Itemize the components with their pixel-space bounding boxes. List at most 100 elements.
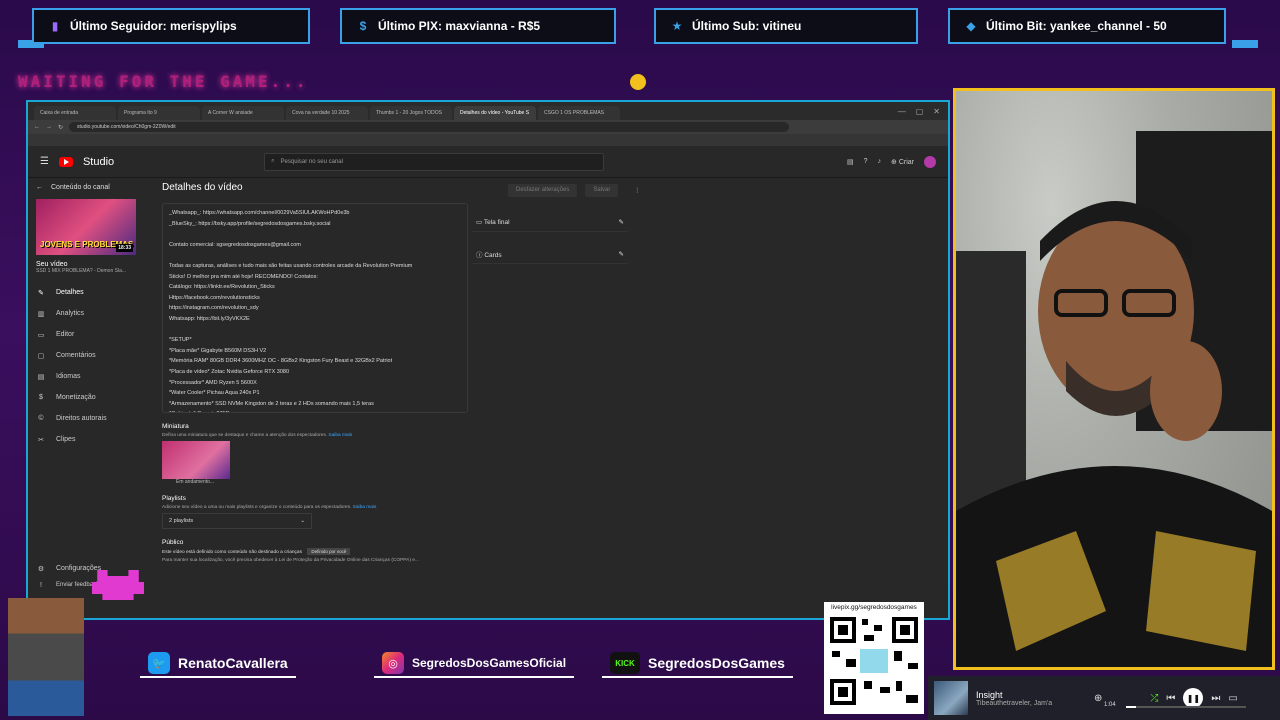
chevron-down-icon: ⌄ [300, 518, 305, 524]
edit-pencil-icon[interactable]: ✎ [619, 250, 624, 258]
instagram-icon: ◎ [382, 652, 404, 674]
qr-code: livepix.gg/segredosdosgames [824, 602, 924, 714]
sidebar-label: Detalhes [56, 289, 84, 296]
pixel-character [8, 598, 84, 716]
audience-status: Este vídeo está definido como conteúdo n… [162, 548, 936, 555]
thumbnail-status: Em andamento... [176, 479, 215, 485]
details-main: Detalhes do vídeo Desfazer alterações Sa… [150, 178, 948, 618]
description-field[interactable]: _Whatsapp_: https://whatsapp.com/channel… [162, 203, 468, 413]
sidebar-item-comments[interactable]: ▢ Comentários [36, 345, 142, 366]
browser-tab[interactable]: Caixa de entrada [34, 106, 116, 120]
add-icon[interactable]: ⊕ [1094, 693, 1102, 704]
audience-status-text: Este vídeo está definido como conteúdo n… [162, 550, 303, 555]
create-button[interactable]: ⊕ Criar [891, 158, 914, 166]
forward-icon[interactable]: → [46, 124, 52, 130]
search-input[interactable]: ⌕ Pesquisar no seu canal [264, 152, 605, 171]
shirt-stripe [1146, 531, 1256, 651]
help-text: Adicione seu vídeo a uma ou mais playlis… [162, 505, 352, 510]
playlist-help: Adicione seu vídeo a uma ou mais playlis… [162, 505, 936, 510]
sidebar-label: Monetização [56, 394, 96, 401]
close-icon[interactable]: ✕ [933, 107, 940, 116]
help-icon[interactable]: ? [864, 158, 868, 165]
studio-sidebar: ← Conteúdo do canal JOVENS E PROBLEMAS 1… [28, 178, 150, 618]
pencil-icon: ✎ [38, 289, 44, 297]
minimize-icon[interactable]: — [898, 107, 906, 116]
studio-wordmark: Studio [82, 155, 115, 168]
browser-tab[interactable]: Programa lto 9 [118, 106, 200, 120]
back-icon[interactable]: ← [34, 124, 40, 130]
sidebar-item-clips[interactable]: ✂ Clipes [36, 429, 142, 450]
playlist-dropdown[interactable]: 2 playlists ⌄ [162, 513, 312, 529]
pause-button[interactable]: ❚❚ [1183, 688, 1204, 708]
edit-pencil-icon[interactable]: ✎ [619, 218, 624, 226]
sidebar-item-analytics[interactable]: ▥ Analytics [36, 303, 142, 324]
waiting-banner: WAITING FOR THE GAME... [18, 72, 309, 91]
create-label: Criar [898, 158, 914, 166]
url-field[interactable]: studio.youtube.com/video/Ch0gm-2Z0W/edit [69, 122, 790, 132]
duration-badge: 18:33 [116, 244, 133, 252]
music-player: Insight Tibeauthetraveler, Jam'a ⊕ ⤮ ⏮ ❚… [928, 676, 1280, 720]
sidebar-item-details[interactable]: ✎ Detalhes [36, 282, 142, 303]
browser-tab[interactable]: Cova na verdade 10 2025 [286, 106, 368, 120]
elapsed-time: 1:04 [1104, 702, 1116, 708]
feedback-icon: ! [40, 581, 42, 589]
comments-icon: ▢ [37, 352, 45, 360]
search-icon: ⌕ [271, 158, 275, 164]
menu-icon[interactable]: ☰ [40, 156, 49, 167]
bookmarks-bar [28, 134, 948, 146]
subtitles-header-icon[interactable]: ▤ [847, 158, 854, 166]
alert-text: Último PIX: maxvianna - R$5 [378, 19, 541, 33]
alert-text: Último Seguidor: merispylips [70, 19, 237, 33]
search-placeholder: Pesquisar no seu canal [280, 158, 343, 165]
shuffle-icon[interactable]: ⤮ [1150, 693, 1158, 704]
social-handle: SegredosDosGames [648, 655, 785, 671]
thumbnail-heading: Miniatura [162, 423, 189, 430]
browser-window: Caixa de entrada Programa lto 9 A Corner… [26, 100, 950, 620]
browser-tab-active[interactable]: Detalhes do vídeo - YouTube S [454, 106, 536, 120]
audience-heading: Público [162, 539, 184, 546]
social-twitter: 🐦 RenatoCavallera [140, 650, 296, 678]
studio-header: ☰ Studio ⌕ Pesquisar no seu canal ▤ ? ♪ … [28, 146, 948, 178]
undo-button[interactable]: Desfazer alterações [508, 184, 578, 197]
sidebar-item-editor[interactable]: ▭ Editor [36, 324, 142, 345]
youtube-logo[interactable] [58, 156, 73, 167]
learn-more-link[interactable]: Saiba mais [353, 505, 377, 510]
sidebar-item-settings[interactable]: ⚙ Configurações [36, 558, 142, 579]
avatar[interactable] [924, 155, 936, 168]
browser-tab[interactable]: Thumbs 1 - 20 Jogos TODOS [370, 106, 452, 120]
sidebar-item-monetization[interactable]: $ Monetização [36, 387, 142, 408]
video-thumbnail[interactable]: JOVENS E PROBLEMAS 18:33 [36, 199, 136, 255]
next-icon[interactable]: ⏭ [1211, 693, 1220, 704]
audience-help: Para manter sua localização, você precis… [162, 558, 419, 563]
selected-thumbnail[interactable] [162, 441, 230, 479]
end-screen-row[interactable]: ▭ Tela final ✎ [472, 212, 628, 232]
reload-icon[interactable]: ↻ [58, 124, 63, 131]
cards-row[interactable]: ⓘ Cards ✎ [472, 244, 628, 264]
video-title: SSD 1 MIX PROBLEMA? - Demon Sla... [36, 268, 127, 274]
more-icon[interactable]: ⋮ [626, 184, 648, 197]
playlist-heading: Playlists [162, 495, 186, 502]
back-to-content[interactable]: ← Conteúdo do canal [36, 184, 142, 191]
address-bar: ← → ↻ studio.youtube.com/video/Ch0gm-2Z0… [28, 120, 948, 134]
previous-icon[interactable]: ⏮ [1166, 693, 1175, 704]
browser-tab[interactable]: A Corner W ansiade [202, 106, 284, 120]
browser-tab[interactable]: CSGO 1 OS PROBLEMAS [538, 106, 620, 120]
pacman-icon [630, 74, 646, 90]
dollar-icon: $ [359, 19, 367, 33]
miniplayer-icon[interactable]: ▭ [1228, 693, 1237, 704]
save-button[interactable]: Salvar [585, 184, 619, 197]
maximize-icon[interactable]: ▢ [916, 107, 924, 116]
social-handle: RenatoCavallera [178, 655, 288, 671]
twitter-icon: 🐦 [148, 652, 170, 674]
page-actions: Desfazer alterações Salvar ⋮ [508, 184, 648, 197]
sidebar-item-languages[interactable]: ▤ Idiomas [36, 366, 142, 387]
sidebar-label: Clipes [56, 436, 76, 443]
bell-icon[interactable]: ♪ [878, 158, 882, 165]
audience-badge: Definido por você [307, 548, 351, 555]
learn-more-link[interactable]: Saiba mais [328, 433, 352, 438]
sidebar-item-copyright[interactable]: © Direitos autorais [36, 408, 142, 429]
thumbnail-help: Defina uma miniatura que se destaque e c… [162, 433, 936, 438]
progress-bar[interactable] [1126, 706, 1246, 708]
alert-text: Último Bit: yankee_channel - 50 [986, 19, 1167, 33]
